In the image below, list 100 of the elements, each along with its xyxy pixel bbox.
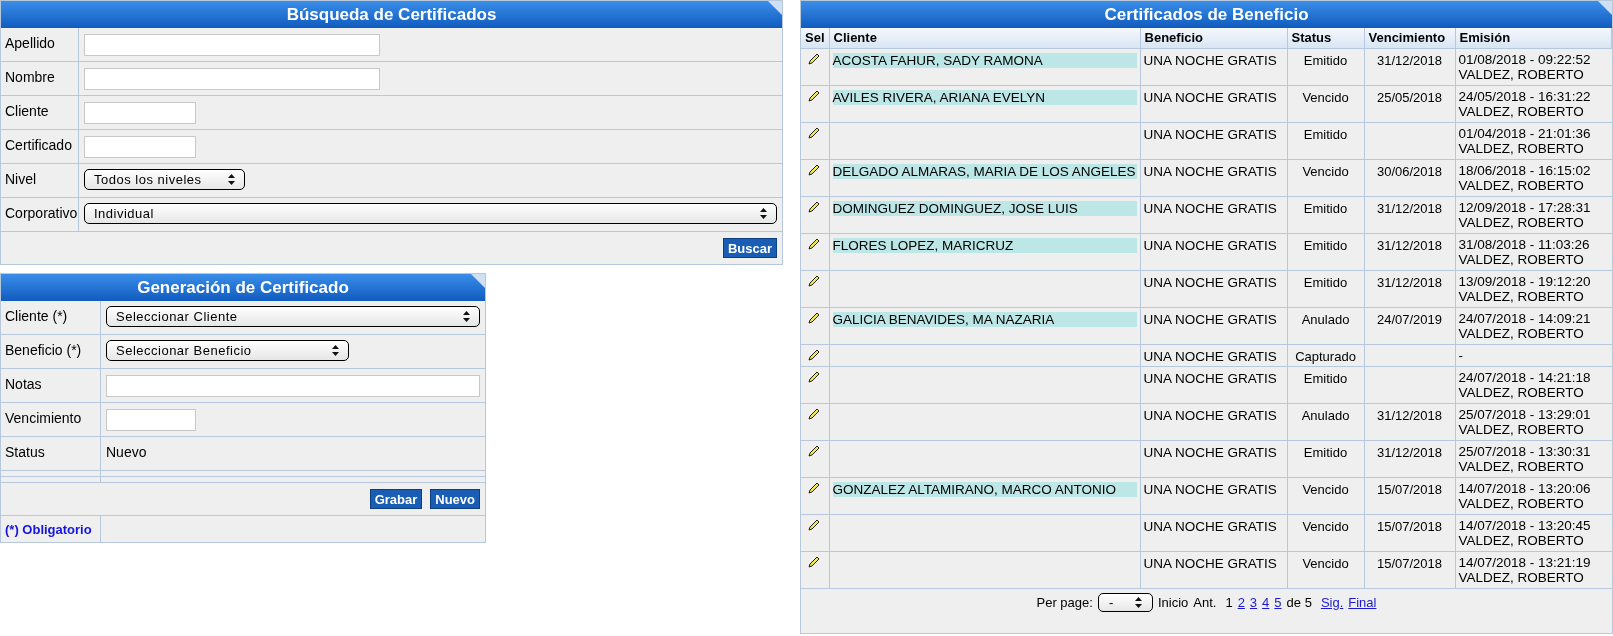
- field-label: Cliente: [5, 103, 49, 119]
- table-cell: Vencido: [1302, 481, 1349, 497]
- updown-caret-icon: [228, 174, 235, 185]
- table-cell-text: VALDEZ, ROBERTO: [1458, 288, 1585, 304]
- table-cell-text: 01/08/2018 - 09:22:52: [1458, 51, 1592, 67]
- edit-pencil-icon[interactable]: [808, 88, 822, 102]
- action-button[interactable]: Nuevo: [430, 489, 480, 509]
- table-cell: Emitido: [1303, 370, 1348, 386]
- table-cell: UNA NOCHE GRATIS: [1143, 518, 1277, 534]
- edit-pencil-icon[interactable]: [808, 554, 822, 568]
- table-cell: UNA NOCHE GRATIS: [1143, 444, 1277, 460]
- table-cell: UNA NOCHE GRATIS: [1143, 370, 1277, 386]
- input-field[interactable]: [84, 34, 380, 56]
- edit-pencil-icon[interactable]: [808, 443, 822, 457]
- dropdown-select[interactable]: Individual: [84, 203, 777, 224]
- table-cell: UNA NOCHE GRATIS: [1143, 163, 1277, 179]
- updown-caret-icon: [1134, 596, 1142, 608]
- edit-pencil-icon[interactable]: [808, 199, 822, 213]
- table-cell: Vencido: [1302, 163, 1349, 179]
- input-field[interactable]: [84, 102, 196, 124]
- next-link[interactable]: Sig.: [1320, 592, 1344, 612]
- edit-pencil-icon[interactable]: [808, 236, 822, 250]
- edit-pencil-icon[interactable]: [808, 406, 822, 420]
- table-cell: Emitido: [1303, 274, 1348, 290]
- page-link[interactable]: 1: [1225, 592, 1233, 612]
- table-cell: 31/12/2018: [1376, 444, 1443, 460]
- action-button[interactable]: Buscar: [722, 238, 777, 258]
- panel-header: Generación de Certificado: [1, 274, 485, 301]
- updown-caret-icon: [760, 208, 767, 219]
- edit-pencil-icon[interactable]: [808, 162, 822, 176]
- table-cell-text: VALDEZ, ROBERTO: [1458, 251, 1585, 267]
- table-cell: Vencido: [1302, 89, 1349, 105]
- table-cell: 25/05/2018: [1376, 89, 1443, 105]
- table-cell: UNA NOCHE GRATIS: [1143, 126, 1277, 142]
- edit-pencil-icon[interactable]: [808, 347, 822, 361]
- table-cell: Anulado: [1301, 407, 1350, 423]
- folded-corner-icon: [768, 1, 782, 15]
- table-cell-text: 13/09/2018 - 19:12:20: [1458, 273, 1592, 289]
- table-cell: UNA NOCHE GRATIS: [1143, 348, 1277, 364]
- edit-pencil-icon[interactable]: [808, 273, 822, 287]
- table-cell-text: 18/06/2018 - 16:15:02: [1458, 162, 1592, 178]
- table-cell: Capturado: [1295, 348, 1356, 364]
- table-cell: 24/07/2019: [1376, 311, 1443, 327]
- table-cell-text: VALDEZ, ROBERTO: [1458, 421, 1585, 437]
- page-link[interactable]: 4: [1262, 592, 1270, 612]
- table-cell-text: VALDEZ, ROBERTO: [1458, 458, 1585, 474]
- table-cell: UNA NOCHE GRATIS: [1143, 200, 1277, 216]
- page-link[interactable]: 3: [1249, 592, 1258, 612]
- table-cell-text: VALDEZ, ROBERTO: [1458, 177, 1585, 193]
- edit-pencil-icon[interactable]: [808, 517, 822, 531]
- table-cell: UNA NOCHE GRATIS: [1143, 274, 1277, 290]
- table-cell-text: 01/04/2018 - 21:01:36: [1458, 125, 1592, 141]
- page-link[interactable]: 2: [1237, 592, 1245, 612]
- column-header: Status: [1287, 28, 1364, 48]
- field-label: Vencimiento: [5, 410, 82, 426]
- table-cell: Vencido: [1302, 518, 1349, 534]
- table-cell: 31/12/2018: [1376, 274, 1443, 290]
- field-label: Beneficio (*): [5, 342, 82, 358]
- action-button[interactable]: Grabar: [369, 489, 423, 509]
- per-page-select[interactable]: -: [1097, 592, 1153, 612]
- edit-pencil-icon[interactable]: [808, 125, 822, 139]
- dropdown-select[interactable]: Seleccionar Cliente: [106, 306, 480, 327]
- table-cell-text: -: [1458, 347, 1464, 363]
- table-cell: UNA NOCHE GRATIS: [1143, 407, 1277, 423]
- field-label: Nombre: [5, 69, 55, 85]
- table-cell: Emitido: [1303, 200, 1348, 216]
- client-name: FLORES LOPEZ, MARICRUZ: [832, 237, 1137, 253]
- input-field[interactable]: [106, 375, 480, 397]
- dropdown-select[interactable]: Todos los niveles: [84, 169, 245, 190]
- folded-corner-icon: [1598, 1, 1612, 15]
- edit-pencil-icon[interactable]: [808, 310, 822, 324]
- table-cell-text: 14/07/2018 - 13:21:19: [1458, 554, 1592, 570]
- input-field[interactable]: [106, 409, 196, 431]
- column-header: Vencimiento: [1364, 28, 1455, 48]
- table-cell: 15/07/2018: [1376, 518, 1443, 534]
- table-cell: 15/07/2018: [1376, 555, 1443, 571]
- client-name: DOMINGUEZ DOMINGUEZ, JOSE LUIS: [832, 200, 1137, 216]
- table-cell-text: VALDEZ, ROBERTO: [1458, 384, 1585, 400]
- page-link[interactable]: 5: [1274, 592, 1282, 612]
- edit-pencil-icon[interactable]: [808, 51, 822, 65]
- table-cell-text: 12/09/2018 - 17:28:31: [1458, 199, 1592, 215]
- edit-pencil-icon[interactable]: [808, 480, 822, 494]
- table-cell: UNA NOCHE GRATIS: [1143, 311, 1277, 327]
- edit-pencil-icon[interactable]: [808, 369, 822, 383]
- table-cell-text: 24/07/2018 - 14:09:21: [1458, 310, 1592, 326]
- panel-header: Certificados de Beneficio: [801, 1, 1612, 28]
- field-label: Nivel: [5, 171, 37, 187]
- updown-caret-icon: [332, 345, 339, 356]
- table-cell: Anulado: [1301, 311, 1350, 327]
- pagination-text: Ant.: [1193, 593, 1217, 612]
- client-name: GALICIA BENAVIDES, MA NAZARIA: [832, 311, 1137, 327]
- input-field[interactable]: [84, 68, 380, 90]
- input-field[interactable]: [84, 136, 196, 158]
- column-header: Sel: [801, 28, 829, 48]
- last-link[interactable]: Final: [1348, 592, 1377, 612]
- table-cell-text: 25/07/2018 - 13:29:01: [1458, 406, 1592, 422]
- client-name: AVILES RIVERA, ARIANA EVELYN: [832, 89, 1137, 105]
- required-note: (*) Obligatorio: [5, 522, 92, 537]
- dropdown-select[interactable]: Seleccionar Beneficio: [106, 340, 349, 361]
- field-label: Notas: [5, 376, 42, 392]
